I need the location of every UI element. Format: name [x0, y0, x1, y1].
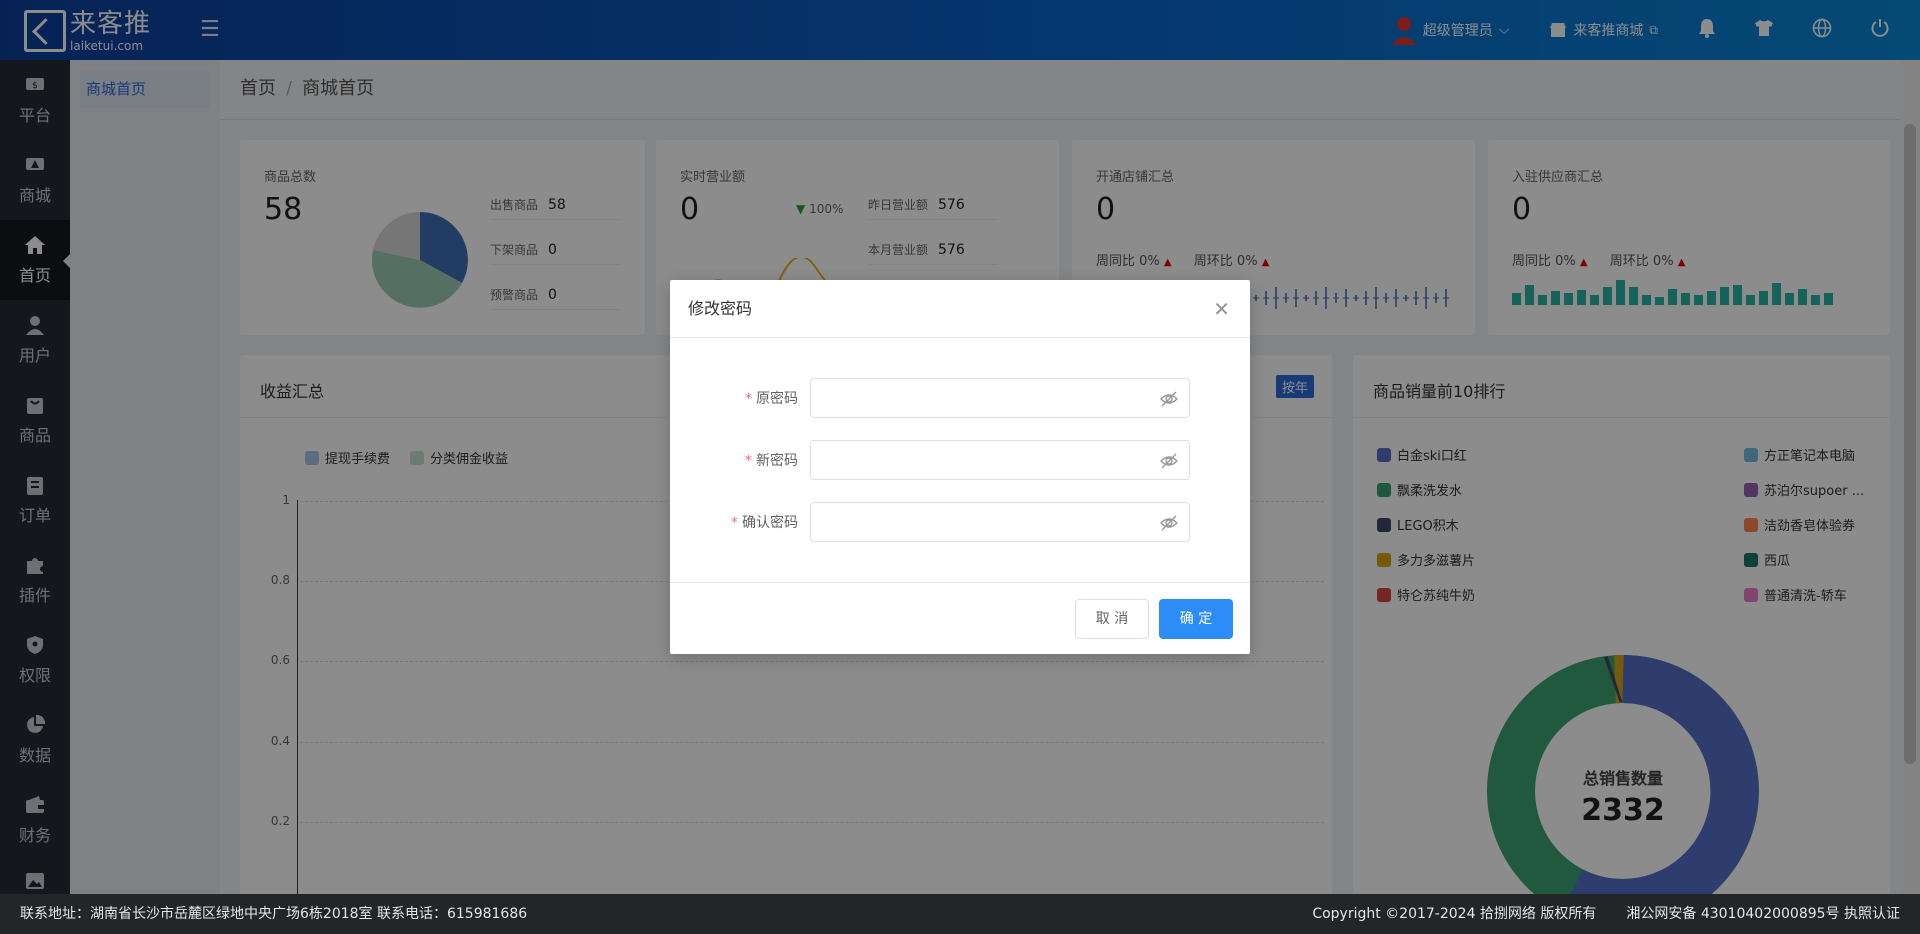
- footer: 联系地址：湖南省长沙市岳麓区绿地中央广场6栋2018室 联系电话：6159816…: [0, 894, 1920, 934]
- dialog-header: 修改密码 ✕: [670, 280, 1250, 338]
- footer-contact: 联系地址：湖南省长沙市岳麓区绿地中央广场6栋2018室 联系电话：6159816…: [20, 906, 528, 922]
- form-row-confirm-password: * 确认密码: [670, 502, 1250, 542]
- confirm-password-input[interactable]: [810, 502, 1190, 542]
- required-mark: *: [745, 453, 752, 469]
- dialog-footer: 取 消 确 定: [670, 582, 1250, 654]
- form-row-old-password: * 原密码: [670, 378, 1250, 418]
- old-password-input[interactable]: [810, 378, 1190, 418]
- footer-copyright: Copyright ©2017-2024 拾捌网络 版权所有 湘公网安备 4301…: [1312, 906, 1900, 922]
- eye-off-icon[interactable]: [1159, 389, 1179, 409]
- field-label: * 确认密码: [731, 515, 798, 531]
- form-row-new-password: * 新密码: [670, 440, 1250, 480]
- confirm-button[interactable]: 确 定: [1159, 599, 1233, 639]
- required-mark: *: [731, 515, 738, 531]
- field-label: * 新密码: [745, 453, 798, 469]
- field-label: * 原密码: [745, 391, 798, 407]
- change-password-dialog: 修改密码 ✕ * 原密码 * 新密码 * 确认密码 取 消 确 定: [670, 280, 1250, 654]
- dialog-title: 修改密码: [688, 299, 753, 318]
- eye-off-icon[interactable]: [1159, 451, 1179, 471]
- eye-off-icon[interactable]: [1159, 513, 1179, 533]
- required-mark: *: [745, 391, 752, 407]
- cancel-button[interactable]: 取 消: [1075, 599, 1149, 639]
- close-icon[interactable]: ✕: [1213, 280, 1230, 338]
- new-password-input[interactable]: [810, 440, 1190, 480]
